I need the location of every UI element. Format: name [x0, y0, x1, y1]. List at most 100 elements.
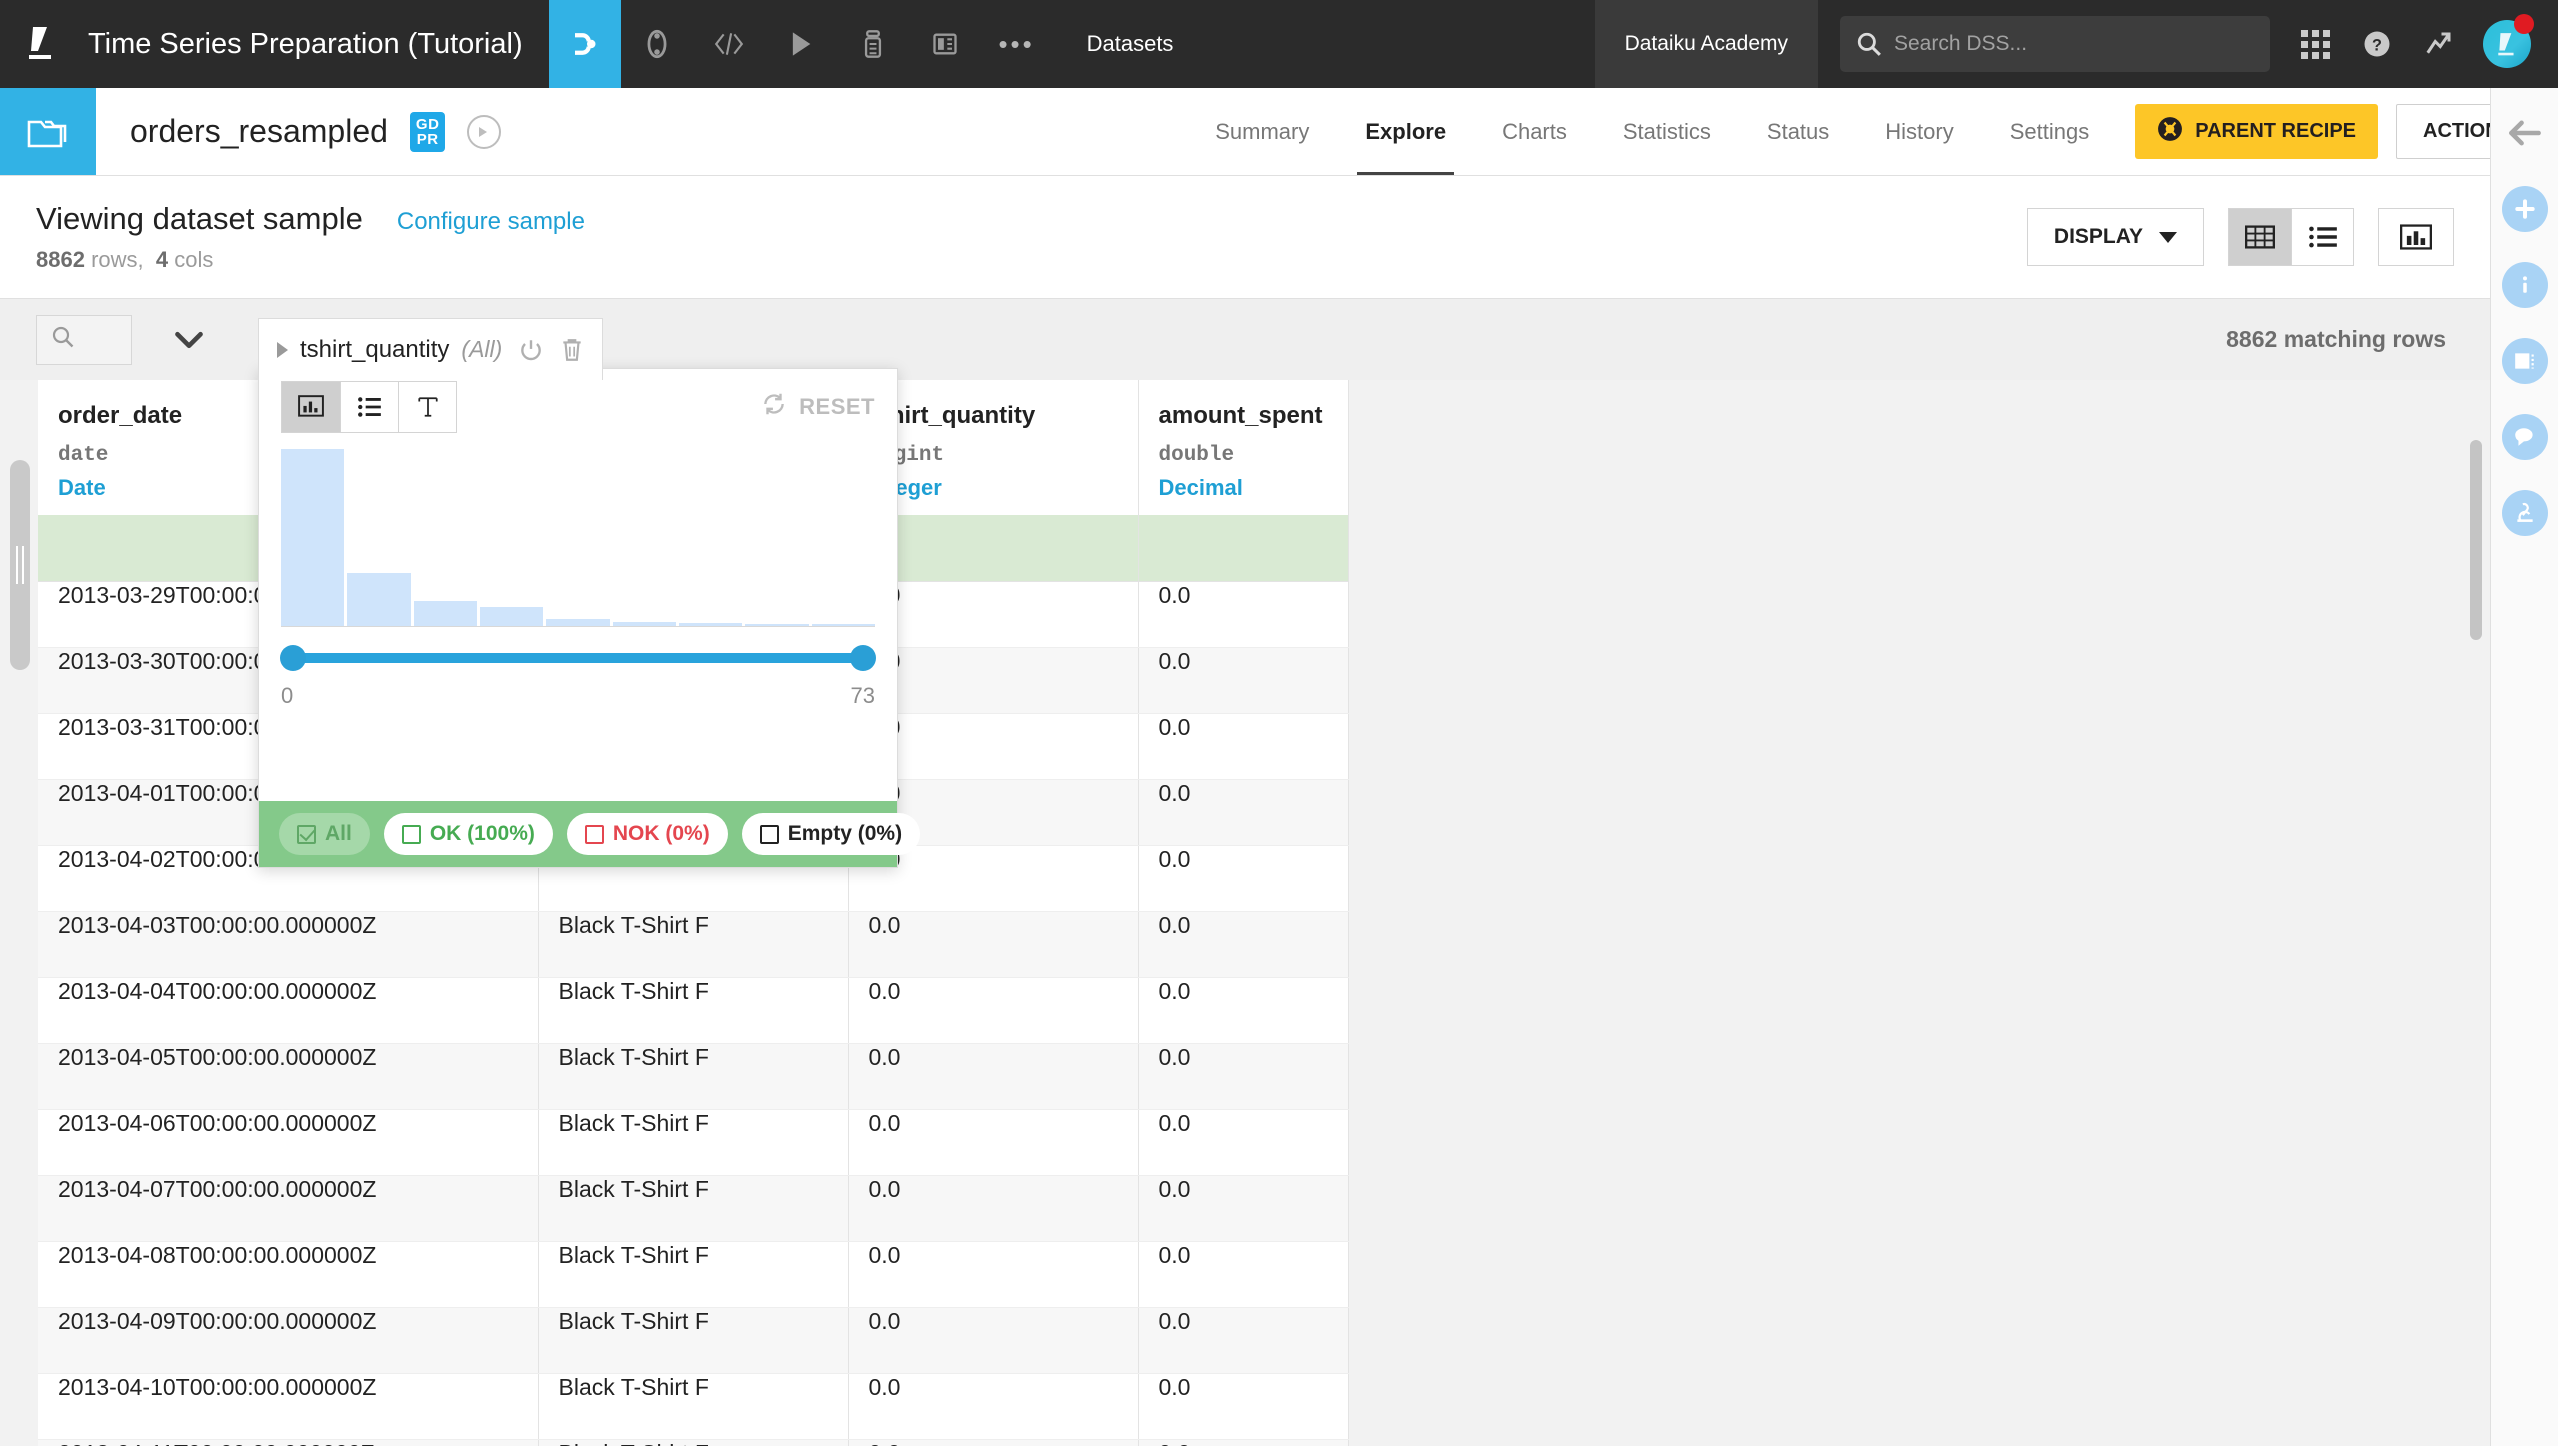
automation-icon[interactable] [837, 0, 909, 88]
table-cell[interactable]: 0.0 [848, 1109, 1139, 1176]
dataiku-logo-icon[interactable] [0, 0, 88, 88]
compass-icon[interactable] [467, 114, 502, 149]
info-icon[interactable] [2501, 262, 2548, 308]
table-cell[interactable]: 2013-04-08T00:00:00.000000Z [38, 1241, 539, 1308]
table-view-icon[interactable] [2229, 209, 2291, 265]
histogram-bar[interactable] [745, 624, 809, 626]
table-cell[interactable]: 2013-04-05T00:00:00.000000Z [38, 1043, 539, 1110]
table-cell[interactable]: 0.0 [848, 977, 1139, 1044]
table-cell[interactable]: 0.0 [848, 1307, 1139, 1374]
filter-pill-nok[interactable]: NOK (0%) [566, 813, 728, 855]
table-cell[interactable]: 0.0 [1138, 911, 1349, 978]
trend-arrow-icon[interactable] [2408, 0, 2470, 88]
table-cell[interactable]: Black T-Shirt F [538, 977, 849, 1044]
filter-pill-ok[interactable]: OK (100%) [383, 813, 553, 855]
table-cell[interactable]: 2013-04-06T00:00:00.000000Z [38, 1109, 539, 1176]
global-search-box[interactable]: Search DSS... [1840, 16, 2270, 72]
filter-histogram[interactable] [281, 449, 875, 627]
range-slider-track[interactable] [280, 645, 876, 671]
table-cell[interactable]: 0.0 [848, 1439, 1139, 1446]
display-button[interactable]: DISPLAY [2026, 208, 2204, 266]
table-cell[interactable]: 0.0 [848, 1043, 1139, 1110]
histogram-bar[interactable] [479, 606, 544, 626]
histogram-bar[interactable] [413, 601, 477, 626]
table-cell[interactable]: 0.0 [1138, 1109, 1349, 1176]
table-row[interactable]: 2013-04-09T00:00:00.000000Z Black T-Shirt… [38, 1307, 1349, 1374]
gdpr-badge[interactable]: GD PR [409, 111, 446, 152]
lab-icon[interactable] [621, 0, 693, 88]
table-cell[interactable]: 2013-04-04T00:00:00.000000Z [38, 977, 539, 1044]
user-avatar[interactable] [2470, 0, 2544, 88]
reset-button[interactable]: RESET [761, 391, 875, 423]
range-slider-max-handle[interactable] [850, 645, 876, 671]
table-cell[interactable]: 0.0 [1138, 1439, 1349, 1446]
arrow-left-icon[interactable] [2502, 110, 2548, 156]
flow-icon[interactable] [548, 0, 621, 88]
table-cell[interactable]: 0.0 [848, 1241, 1139, 1308]
table-cell[interactable]: 0.0 [1138, 647, 1349, 714]
apps-grid-icon[interactable] [2284, 0, 2346, 88]
dashboard-icon[interactable] [909, 0, 981, 88]
tab-charts[interactable]: Charts [1474, 88, 1595, 175]
table-cell[interactable]: Black T-Shirt F [538, 1043, 849, 1110]
histogram-bar[interactable] [347, 572, 411, 626]
chevron-down-icon[interactable] [174, 329, 204, 351]
configure-sample-link[interactable]: Configure sample [397, 208, 585, 236]
search-input[interactable] [36, 314, 132, 365]
more-options-icon[interactable]: ••• [981, 0, 1053, 88]
tab-history[interactable]: History [1857, 88, 1981, 175]
table-cell[interactable]: 0.0 [1138, 713, 1349, 780]
histogram-bar[interactable] [811, 624, 875, 626]
table-cell[interactable]: 0.0 [848, 911, 1139, 978]
dataset-folder-icon[interactable] [0, 88, 96, 175]
table-row[interactable]: 2013-04-04T00:00:00.000000Z Black T-Shirt… [38, 977, 1349, 1044]
table-cell[interactable]: 0.0 [1138, 845, 1349, 912]
table-cell[interactable]: Black T-Shirt F [538, 1241, 849, 1308]
table-cell[interactable]: 0.0 [1138, 779, 1349, 846]
code-icon[interactable] [693, 0, 765, 88]
table-row[interactable]: 2013-04-10T00:00:00.000000Z Black T-Shirt… [38, 1373, 1349, 1440]
trash-icon[interactable] [560, 337, 584, 363]
table-row[interactable]: 2013-04-11T00:00:00.000000ZBlack T-Shirt… [38, 1439, 1349, 1446]
table-cell[interactable]: 2013-04-09T00:00:00.000000Z [38, 1307, 539, 1374]
lab-microscope-icon[interactable] [2501, 490, 2548, 536]
bar-chart-icon[interactable] [2378, 208, 2454, 266]
tab-settings[interactable]: Settings [1982, 88, 2118, 175]
list-icon[interactable] [340, 382, 398, 432]
histogram-bar[interactable] [281, 449, 345, 626]
table-vertical-scrollbar[interactable] [2470, 440, 2482, 640]
table-cell[interactable]: 0.0 [1138, 1307, 1349, 1374]
histogram-bar[interactable] [546, 618, 610, 626]
table-cell[interactable]: 2013-04-07T00:00:00.000000Z [38, 1175, 539, 1242]
help-question-icon[interactable]: ? [2346, 0, 2408, 88]
power-toggle-icon[interactable] [518, 337, 544, 363]
comment-icon[interactable] [2501, 414, 2548, 460]
tab-statistics[interactable]: Statistics [1595, 88, 1739, 175]
table-cell[interactable]: 0.0 [848, 1373, 1139, 1440]
column-header-amount-spent[interactable]: amount_spent double Decimal [1138, 380, 1349, 515]
table-cell[interactable]: 0.0 [848, 1175, 1139, 1242]
table-cell[interactable]: Black T-Shirt F [538, 1373, 849, 1440]
table-cell[interactable]: 0.0 [1138, 1241, 1349, 1308]
add-icon[interactable] [2501, 186, 2548, 232]
table-cell[interactable]: Black T-Shirt F [538, 1109, 849, 1176]
parent-recipe-button[interactable]: PARENT RECIPE [2135, 104, 2378, 159]
histogram-bar[interactable] [678, 623, 743, 626]
filter-pill-empty[interactable]: Empty (0%) [741, 813, 921, 855]
column-meaning[interactable]: Integer [869, 475, 1118, 501]
jobs-play-icon[interactable] [765, 0, 837, 88]
table-row[interactable]: 2013-04-06T00:00:00.000000Z Black T-Shirt… [38, 1109, 1349, 1176]
nav-datasets-link[interactable]: Datasets [1053, 0, 1208, 88]
table-cell[interactable]: 0.0 [1138, 1175, 1349, 1242]
dataiku-academy-button[interactable]: Dataiku Academy [1594, 0, 1818, 88]
list-view-icon[interactable] [2291, 209, 2353, 265]
table-row[interactable]: 2013-04-08T00:00:00.000000Z Black T-Shirt… [38, 1241, 1349, 1308]
table-cell[interactable]: Black T-Shirt F [538, 1439, 849, 1446]
table-cell[interactable]: 2013-04-03T00:00:00.000000Z [38, 911, 539, 978]
table-cell[interactable]: 0.0 [1138, 1043, 1349, 1110]
table-cell[interactable]: 0.0 [1138, 1373, 1349, 1440]
histogram-bar[interactable] [612, 622, 676, 626]
table-row[interactable]: 2013-04-03T00:00:00.000000Z Black T-Shirt… [38, 911, 1349, 978]
range-slider-min-handle[interactable] [280, 645, 306, 671]
filter-pill-all[interactable]: All [279, 813, 370, 855]
